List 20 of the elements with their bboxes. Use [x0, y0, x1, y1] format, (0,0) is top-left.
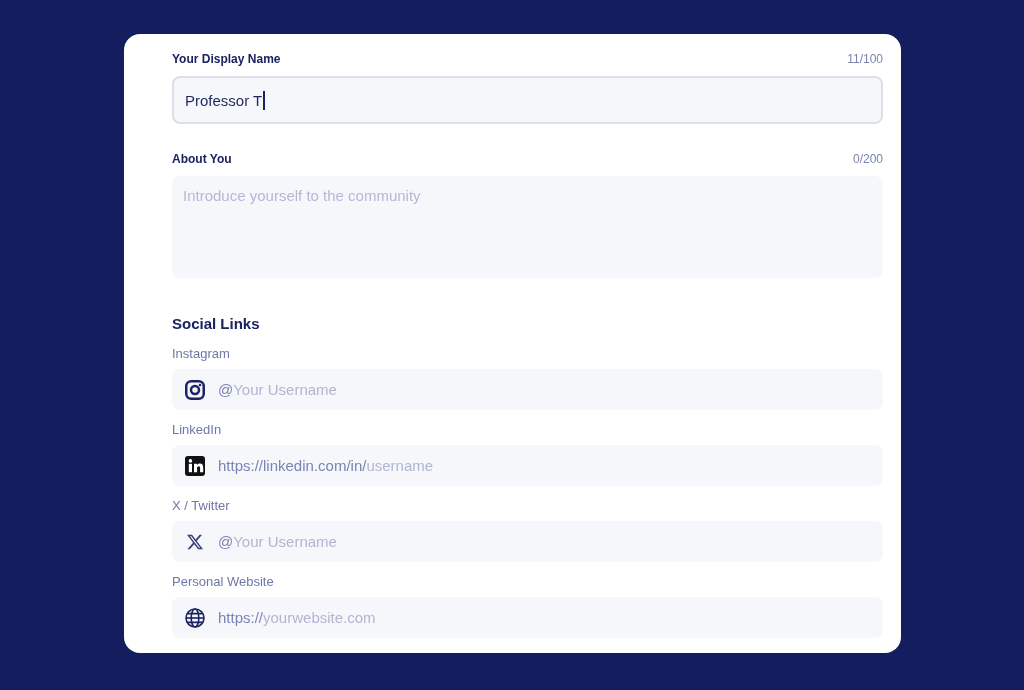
- instagram-icon: [185, 379, 205, 400]
- linkedin-icon: [185, 455, 205, 476]
- field-label: Instagram: [172, 346, 231, 362]
- x-logo-icon: [187, 533, 203, 550]
- social-link-input[interactable]: https://linkedin.com/in/username: [172, 445, 883, 486]
- social-link-input[interactable]: @Your Username: [172, 521, 883, 562]
- field-label: X / Twitter: [172, 498, 231, 514]
- character-counter: 11/100: [847, 51, 883, 68]
- field-label: About You: [172, 151, 232, 168]
- field-label: Your Display Name: [172, 51, 281, 68]
- about-textarea[interactable]: Introduce yourself to the community: [172, 176, 883, 278]
- text-cursor-icon: [263, 90, 265, 110]
- social-link-input[interactable]: @Your Username: [172, 369, 883, 410]
- field-label: Personal Website: [172, 574, 275, 590]
- field-label: LinkedIn: [172, 422, 223, 438]
- character-counter: 0/200: [852, 151, 883, 168]
- globe-icon: [185, 607, 205, 628]
- section-heading: Social Links: [172, 314, 261, 334]
- social-link-input[interactable]: https://yourwebsite.com: [172, 597, 883, 638]
- display-name-input[interactable]: Professor T: [172, 76, 883, 124]
